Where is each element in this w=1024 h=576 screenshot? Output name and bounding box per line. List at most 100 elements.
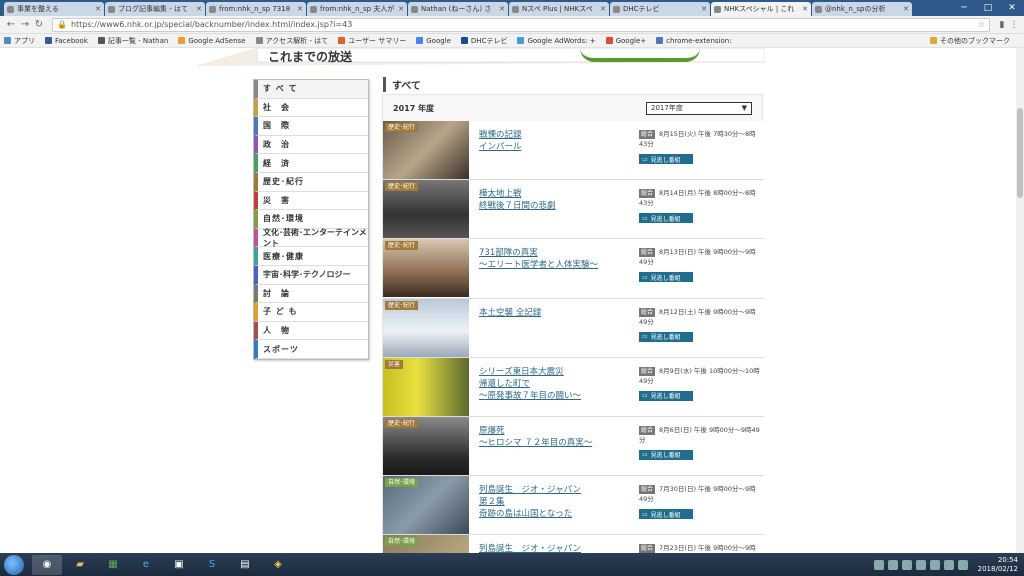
ie-taskbar-icon[interactable]: e [131,555,161,575]
sidebar-category-item[interactable]: 人 物 [254,321,368,341]
bookmark-item[interactable]: ユーザー サマリー [338,36,406,46]
program-title-link[interactable]: 戦慄の記録 インパール [479,129,629,153]
bookmark-item[interactable]: Google AdSense [178,37,246,45]
excel-taskbar-icon[interactable]: ▦ [98,555,128,575]
sidebar-category-item[interactable]: 社 会 [254,98,368,118]
sidebar-category-item[interactable]: す べ て [254,80,368,99]
rerun-button[interactable]: ▭ 見逃し番組 [639,331,693,342]
tray-icon[interactable] [929,559,940,570]
network-icon[interactable] [943,559,954,570]
editor-taskbar-icon[interactable]: ▤ [230,555,260,575]
reload-icon[interactable]: ↻ [32,19,46,30]
tab-close-icon[interactable]: ✕ [903,5,909,13]
security-taskbar-icon[interactable]: ◈ [263,555,293,575]
maximize-icon[interactable]: □ [976,3,1000,13]
browser-tab[interactable]: ブログ記事編集 - はて ✕ [105,2,205,16]
rerun-button[interactable]: ▭ 見逃し番組 [639,213,693,224]
other-bookmarks[interactable]: その他のブックマーク [930,36,1010,46]
program-thumbnail[interactable]: 自然･環境 [383,535,469,553]
scrollbar-thumb[interactable] [1017,108,1023,198]
sidebar-category-item[interactable]: 討 論 [254,284,368,304]
sidebar-category-item[interactable]: 子 ど も [254,303,368,322]
extension-icon[interactable]: ▮ [996,20,1008,30]
skype-taskbar-icon[interactable]: S [197,555,227,575]
tray-icon[interactable] [915,559,926,570]
tab-close-icon[interactable]: ✕ [802,5,808,13]
app-taskbar-icon[interactable]: ▣ [164,555,194,575]
chrome-taskbar-icon[interactable]: ◉ [32,554,62,575]
program-title-link[interactable]: 列島誕生 ジオ・ジャパン [479,543,629,553]
program-thumbnail[interactable]: 歴史･紀行 [383,239,469,298]
tv-icon: ▭ [642,392,648,400]
rerun-button[interactable]: ▭ 見逃し番組 [639,509,693,520]
tab-close-icon[interactable]: ✕ [499,5,505,13]
bookmark-item[interactable]: 記事一覧 - Nathan [97,36,168,46]
rerun-button[interactable]: ▭ 見逃し番組 [639,154,693,164]
tray-icon[interactable] [901,559,912,570]
program-title-link[interactable]: シリーズ東日本大震災 帰還した町で ～原発事故７年目の闘い～ [479,366,629,402]
sidebar-category-item[interactable]: 文化･芸術･エンターテインメント [254,228,368,248]
bookmark-item[interactable]: DHCテレビ [460,36,507,46]
sidebar-category-item[interactable]: 経 済 [254,154,368,173]
browser-tab[interactable]: from:nhk_n_sp 7318 ✕ [206,2,306,16]
bookmark-item[interactable]: chrome-extension: [656,37,732,45]
sidebar-category-item[interactable]: スポーツ [254,340,368,359]
program-thumbnail[interactable]: 歴史･紀行 [383,121,469,179]
favicon-icon [512,5,519,13]
program-thumbnail[interactable]: 歴史･紀行 [383,416,469,475]
tab-close-icon[interactable]: ✕ [600,5,606,13]
tray-icon[interactable] [887,559,898,570]
rerun-button[interactable]: ▭ 見逃し番組 [639,390,693,401]
url-input[interactable]: 🔒 https://www6.nhk.or.jp/special/backnum… [52,17,990,32]
browser-tab[interactable]: @nhk_n_spの分析 ✕ [812,2,912,16]
bookmark-item[interactable]: Facebook [45,37,88,45]
program-title-link[interactable]: 列島誕生 ジオ・ジャパン 第２集 奇跡の島は山国となった [479,484,629,520]
bookmark-item[interactable]: アプリ [4,36,35,46]
bookmark-star-icon[interactable]: ☆ [978,20,985,29]
program-title-link[interactable]: 731部隊の真実 ～エリート医学者と人体実験～ [479,247,629,271]
menu-dots-icon[interactable]: ⋮ [1008,20,1020,30]
browser-tab[interactable]: Nathan (ねーさん) さ ✕ [408,2,508,16]
forward-arrow-icon[interactable]: → [18,19,32,30]
page-scrollbar[interactable] [1016,48,1024,553]
rerun-button[interactable]: ▭ 見逃し番組 [639,449,693,460]
program-thumbnail[interactable]: 歴史･紀行 [383,298,469,357]
taskbar-clock[interactable]: 20:54 2018/02/12 [978,556,1018,574]
tray-icon[interactable] [873,559,884,570]
sidebar-category-item[interactable]: 国 際 [254,117,368,136]
close-icon[interactable]: ✕ [1000,3,1024,13]
back-arrow-icon[interactable]: ← [4,19,18,30]
minimize-icon[interactable]: ─ [952,3,976,13]
tab-close-icon[interactable]: ✕ [398,5,404,13]
sidebar-category-item[interactable]: 災 害 [254,191,368,211]
sidebar-category-item[interactable]: 歴史･紀行 [254,172,368,192]
sidebar-category-item[interactable]: 政 治 [254,135,368,155]
volume-icon[interactable] [957,559,968,570]
browser-tab[interactable]: DHCテレビ ✕ [610,2,710,16]
year-select[interactable]: 2017年度 ▼ [646,101,752,115]
program-thumbnail[interactable]: 災害 [383,357,469,416]
browser-tab[interactable]: NHKスペシャル | これ ✕ [711,2,811,16]
program-thumbnail[interactable]: 自然･環境 [383,476,469,535]
category-sidebar: す べ て社 会国 際政 治経 済歴史･紀行災 害自然･環境 文化･芸術･エンター… [253,79,369,360]
tab-close-icon[interactable]: ✕ [297,5,303,13]
browser-tab[interactable]: Nスペ Plus | NHKスペ ✕ [509,2,609,16]
program-thumbnail[interactable]: 歴史･紀行 [383,180,469,239]
bookmark-item[interactable]: アクセス解析 - はて [255,36,328,46]
browser-tab[interactable]: from:nhk_n_sp 夫人が ✕ [307,2,407,16]
bookmark-item[interactable]: Google [416,37,451,45]
tab-close-icon[interactable]: ✕ [701,5,707,13]
sidebar-category-item[interactable]: 宇宙･科学･テクノロジー [254,265,368,285]
program-title-link[interactable]: 本土空襲 全記録 [479,307,629,319]
sidebar-category-item[interactable]: 医療･健康 [254,247,368,266]
start-button[interactable] [4,554,24,575]
browser-tab[interactable]: 事業を整える ✕ [4,2,104,16]
program-title-link[interactable]: 樺太地上戦 終戦後７日間の悲劇 [479,188,629,212]
tab-close-icon[interactable]: ✕ [196,5,202,13]
bookmark-item[interactable]: Google AdWords: + [517,37,596,45]
tab-close-icon[interactable]: ✕ [95,5,101,13]
program-title-link[interactable]: 原爆死 ～ヒロシマ ７２年目の真実～ [479,425,629,449]
rerun-button[interactable]: ▭ 見逃し番組 [639,272,693,283]
folder-taskbar-icon[interactable]: ▰ [65,555,95,575]
bookmark-item[interactable]: Google+ [605,37,646,45]
